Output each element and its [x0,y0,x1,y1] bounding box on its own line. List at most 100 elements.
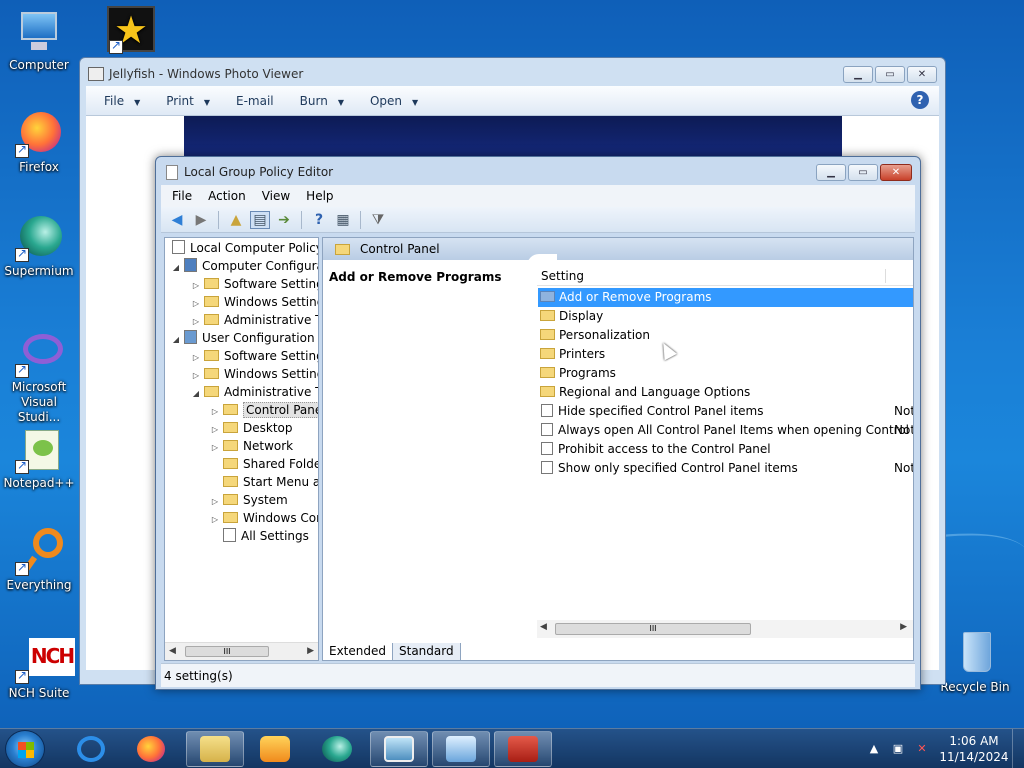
tree-item[interactable]: ▷Software Settings [191,347,318,365]
desktop-icon-everything[interactable]: Everything [0,528,78,593]
tab-standard[interactable]: Standard [392,643,461,661]
desktop-icon-video[interactable]: ★ [78,6,156,56]
forward-arrow-icon[interactable]: ▶ [191,211,211,229]
setting-row[interactable]: Printers [538,345,913,364]
tree-item[interactable]: Shared Folder [220,455,318,473]
expanded-arrow-icon[interactable]: ◢ [191,385,201,403]
setting-row[interactable]: Regional and Language Options [538,383,913,402]
menu-email[interactable]: E-mail [236,94,274,108]
tree-item[interactable]: ▷ Windows Setting [191,293,318,311]
properties-icon[interactable]: ▦ [333,211,353,229]
setting-row[interactable]: Personalization [538,326,913,345]
tree-item[interactable]: ▷ Administrative Te [191,311,318,329]
tree-item-control-panel[interactable]: ▷ Control Panel [210,401,318,419]
clock[interactable]: 1:06 AM 11/14/2024 [938,733,1010,765]
column-header-setting[interactable]: Setting [537,266,913,286]
tree-item[interactable]: ▷ Network [210,437,293,455]
menu-print[interactable]: Print ▼ [166,94,210,108]
setting-row[interactable]: Add or Remove Programs [538,288,913,307]
menu-action[interactable]: Action [208,189,246,203]
view-tabs: Extended Standard [322,641,461,661]
close-button[interactable]: ✕ [907,66,937,83]
tree-item[interactable]: Local Computer Policy [169,239,318,257]
taskbar-firefox[interactable] [122,731,180,767]
desktop-icon-recycle-bin[interactable]: Recycle Bin [936,630,1014,695]
scroll-left-arrow-icon[interactable]: ◀ [169,646,176,656]
desktop-icon-visual-studio[interactable]: Microsoft Visual Studi... [0,330,78,425]
volume-muted-icon[interactable]: ✕ [914,742,930,756]
menu-file[interactable]: File ▼ [104,94,140,108]
export-list-icon[interactable]: ➔ [274,211,294,229]
collapsed-arrow-icon[interactable]: ▷ [210,439,220,457]
setting-row[interactable]: Show only specified Control Panel items N… [538,459,913,478]
tree-item[interactable]: All Settings [220,527,309,545]
tree-item[interactable]: ▷ Desktop [210,419,293,437]
back-arrow-icon[interactable]: ◀ [167,211,187,229]
show-hide-tree-icon[interactable]: ▤ [250,210,270,229]
show-desktop-button[interactable] [1012,729,1024,768]
tree-item[interactable]: ▷ Windows Setting [191,365,318,383]
desktop-icon-firefox[interactable]: Firefox [0,110,78,175]
help-icon[interactable]: ? [911,91,929,109]
setting-row[interactable]: Prohibit access to the Control Panel [538,440,913,459]
folder-icon [200,736,230,762]
menu-help[interactable]: Help [306,189,333,203]
gpe-titlebar[interactable]: Local Group Policy Editor [156,157,920,187]
tree-item[interactable]: ▷Software Settings [191,275,318,293]
menu-burn[interactable]: Burn ▼ [300,94,344,108]
setting-row[interactable]: Always open All Control Panel Items when… [538,421,913,440]
maximize-button[interactable]: ▭ [848,164,878,181]
collapsed-arrow-icon[interactable]: ▷ [210,511,220,529]
expanded-arrow-icon[interactable]: ◢ [171,259,181,277]
network-icon[interactable]: ▣ [890,742,906,756]
desktop-icon-nch-suite[interactable]: NCH NCH Suite [0,636,78,701]
setting-row[interactable]: Display [538,307,913,326]
scroll-left-arrow-icon[interactable]: ◀ [540,622,547,632]
tree-item[interactable]: ▷ Windows Cor [210,509,318,529]
pane-header-title: Control Panel [360,242,440,256]
filter-icon[interactable]: ⧩ [368,211,388,229]
notepadpp-icon [15,426,63,474]
expanded-arrow-icon[interactable]: ◢ [171,331,181,349]
tree-horizontal-scrollbar[interactable]: ◀ III ▶ [165,642,318,660]
menu-open[interactable]: Open ▼ [370,94,418,108]
tree-item[interactable]: ◢ User Configuration [171,329,315,347]
tab-extended[interactable]: Extended [322,643,393,661]
desktop-icon-computer[interactable]: Computer [0,8,78,73]
tree-item[interactable]: ▷ System [210,491,288,509]
group-policy-editor-window[interactable]: Local Group Policy Editor ▁ ▭ ✕ File Act… [155,156,921,690]
setting-row[interactable]: Hide specified Control Panel items Not [538,402,913,421]
column-divider[interactable] [885,269,886,283]
desktop-icon-supermium[interactable]: Supermium [0,214,78,279]
menu-view[interactable]: View [262,189,290,203]
taskbar-media-player[interactable] [246,731,304,767]
tree-item[interactable]: ◢ Computer Configura [171,257,318,277]
menu-file[interactable]: File [172,189,192,203]
scrollbar-thumb[interactable]: III [185,646,269,657]
folder-icon [223,494,238,505]
minimize-button[interactable]: ▁ [843,66,873,83]
help-icon[interactable]: ? [309,211,329,229]
scroll-right-arrow-icon[interactable]: ▶ [307,646,314,656]
taskbar-supermium[interactable] [308,731,366,767]
tree-item[interactable]: ◢ Administrative Te [191,383,318,403]
setting-row[interactable]: Programs [538,364,913,383]
start-button[interactable] [5,730,45,768]
scrollbar-thumb[interactable]: III [555,623,751,635]
taskbar-explorer[interactable] [186,731,244,767]
close-button[interactable]: ✕ [880,164,912,181]
minimize-button[interactable]: ▁ [816,164,846,181]
user-config-icon [184,330,197,344]
taskbar-group-policy[interactable] [494,731,552,767]
policy-tree[interactable]: Local Computer Policy ◢ Computer Configur… [164,237,319,661]
scroll-right-arrow-icon[interactable]: ▶ [900,622,907,632]
taskbar-ie[interactable] [62,731,120,767]
tree-item[interactable]: Start Menu ar [220,473,318,491]
list-horizontal-scrollbar[interactable]: ◀ III ▶ [537,620,913,638]
maximize-button[interactable]: ▭ [875,66,905,83]
taskbar-photo-viewer[interactable] [370,731,428,767]
taskbar-control-panel[interactable] [432,731,490,767]
desktop-icon-notepadpp[interactable]: Notepad++ [0,426,78,491]
show-hidden-icons-icon[interactable]: ▲ [866,742,882,756]
up-folder-icon[interactable]: ▲ [226,211,246,229]
